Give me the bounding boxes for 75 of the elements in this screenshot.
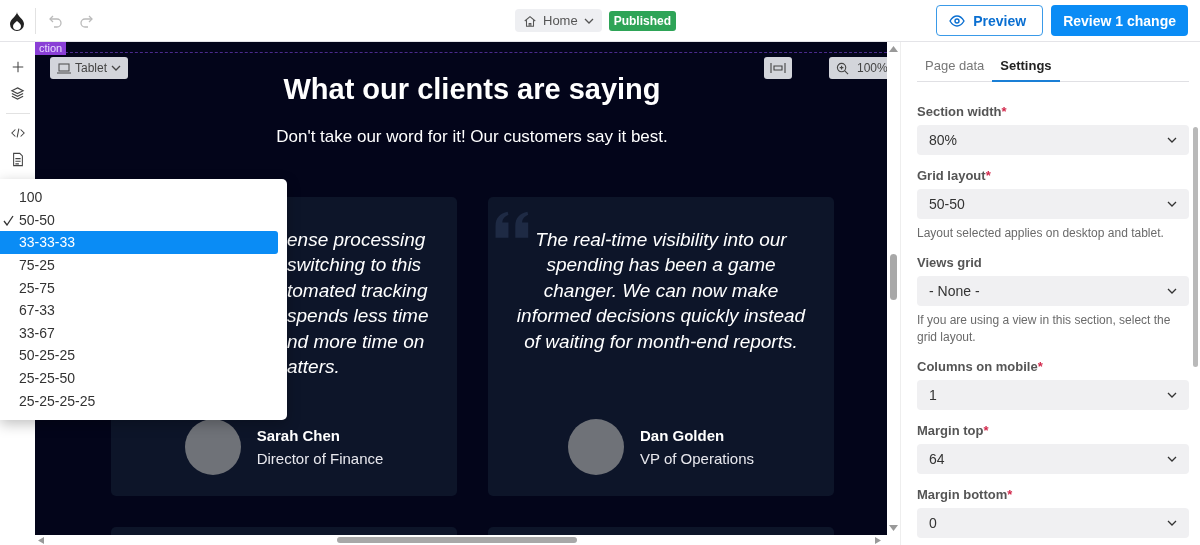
status-badge: Published (608, 10, 677, 31)
section-subtitle: Don't take our word for it! Our customers say it best. (275, 127, 669, 147)
field-label: Margin top* (917, 423, 990, 438)
select-field[interactable]: 80% (917, 125, 1189, 155)
caret-icon (111, 65, 122, 71)
caret-icon (583, 17, 594, 24)
menu-item[interactable]: 33-67 (0, 321, 278, 345)
panel-tab[interactable]: Page data (917, 52, 993, 82)
page-selector[interactable]: Home (515, 9, 602, 32)
panel-tab[interactable]: Settings (992, 52, 1060, 82)
select-field[interactable]: 1 (917, 380, 1189, 410)
quote-text-line: spending has been a game (546, 253, 776, 278)
person-name: Dan Golden (640, 427, 726, 444)
panel-scrollbar[interactable] (1193, 127, 1198, 367)
person-role: Director of Finance (256, 450, 384, 467)
menu-item[interactable]: 50-50 (0, 208, 278, 232)
quote-text-line: nd more time on (287, 329, 425, 354)
scroll-up-icon[interactable] (889, 46, 898, 52)
eye-icon (949, 14, 966, 27)
quote-text-line: of waiting for month-end reports. (524, 329, 798, 354)
laptop-icon (57, 62, 71, 74)
chevron-icon (1167, 392, 1177, 398)
chevron-icon (1167, 456, 1177, 462)
select-field[interactable]: - None - (917, 276, 1189, 306)
chevron-icon (1167, 288, 1177, 294)
home-icon (523, 13, 537, 28)
avatar-photo-placeholder (568, 419, 624, 475)
zoom-selector[interactable]: 100% (829, 57, 887, 79)
field-label: Views grid (917, 255, 983, 270)
preview-button[interactable]: Preview (936, 5, 1044, 36)
menu-item[interactable]: 75-25 (0, 253, 278, 277)
field-label: Grid layout* (917, 168, 992, 183)
menu-item[interactable]: 50-25-25 (0, 344, 278, 367)
quote-text-line: switching to this (287, 253, 422, 278)
plus-icon[interactable] (10, 60, 25, 74)
quote-text-line: changer. We can now make (543, 278, 779, 303)
scroll-left-icon[interactable] (38, 537, 44, 544)
field-label: Columns on mobile* (917, 359, 1044, 374)
chevron-icon (1167, 137, 1177, 143)
select-field[interactable]: 0 (917, 508, 1189, 538)
select-field[interactable]: 64 (917, 444, 1189, 474)
help-text: If you are using a view in this section, select the grid layout. (917, 312, 1172, 346)
scroll-down-icon[interactable] (889, 525, 898, 531)
quote-text-line: ense processing (287, 228, 426, 252)
quote-text-line: tomated tracking (287, 278, 428, 303)
document-icon[interactable] (10, 152, 25, 167)
person-name: Sarah Chen (256, 427, 341, 444)
quote-text-line: atters. (287, 355, 340, 380)
field-label: Margin bottom* (917, 487, 1014, 502)
menu-item[interactable]: 25-75 (0, 276, 278, 299)
menu-item[interactable]: 67-33 (0, 298, 278, 322)
quote-text-line: The real-time visibility into our (535, 228, 787, 252)
section-heading: What our clients are saying (282, 73, 662, 106)
quote-text-line: spends less time (287, 304, 429, 329)
menu-item[interactable]: 25-25-50 (0, 366, 278, 390)
chevron-icon (1167, 201, 1177, 207)
select-field[interactable]: 50-50 (917, 189, 1189, 219)
menu-item[interactable]: 25-25-25-25 (0, 389, 278, 412)
device-selector[interactable]: Tablet (50, 57, 129, 79)
field-label: Section width* (917, 104, 1008, 119)
layers-icon[interactable] (10, 86, 25, 101)
fit-width-button[interactable] (764, 57, 792, 79)
scrollbar-thumb[interactable] (337, 537, 577, 543)
code-icon[interactable] (10, 126, 25, 140)
scrollbar-thumb[interactable] (890, 254, 897, 300)
section-tag: ction (35, 42, 67, 55)
chevron-icon (1167, 520, 1177, 526)
menu-item[interactable]: 100 (0, 186, 278, 209)
person-role: VP of Operations (640, 450, 754, 467)
fit-width-icon (770, 62, 786, 74)
help-text: Layout selected applies on desktop and tablet. (917, 225, 1165, 242)
drop-logo-icon[interactable] (9, 10, 25, 31)
scroll-right-icon[interactable] (875, 537, 881, 544)
quote-text-line: informed decisions quickly instead (516, 304, 806, 329)
zoom-in-icon (836, 61, 849, 75)
